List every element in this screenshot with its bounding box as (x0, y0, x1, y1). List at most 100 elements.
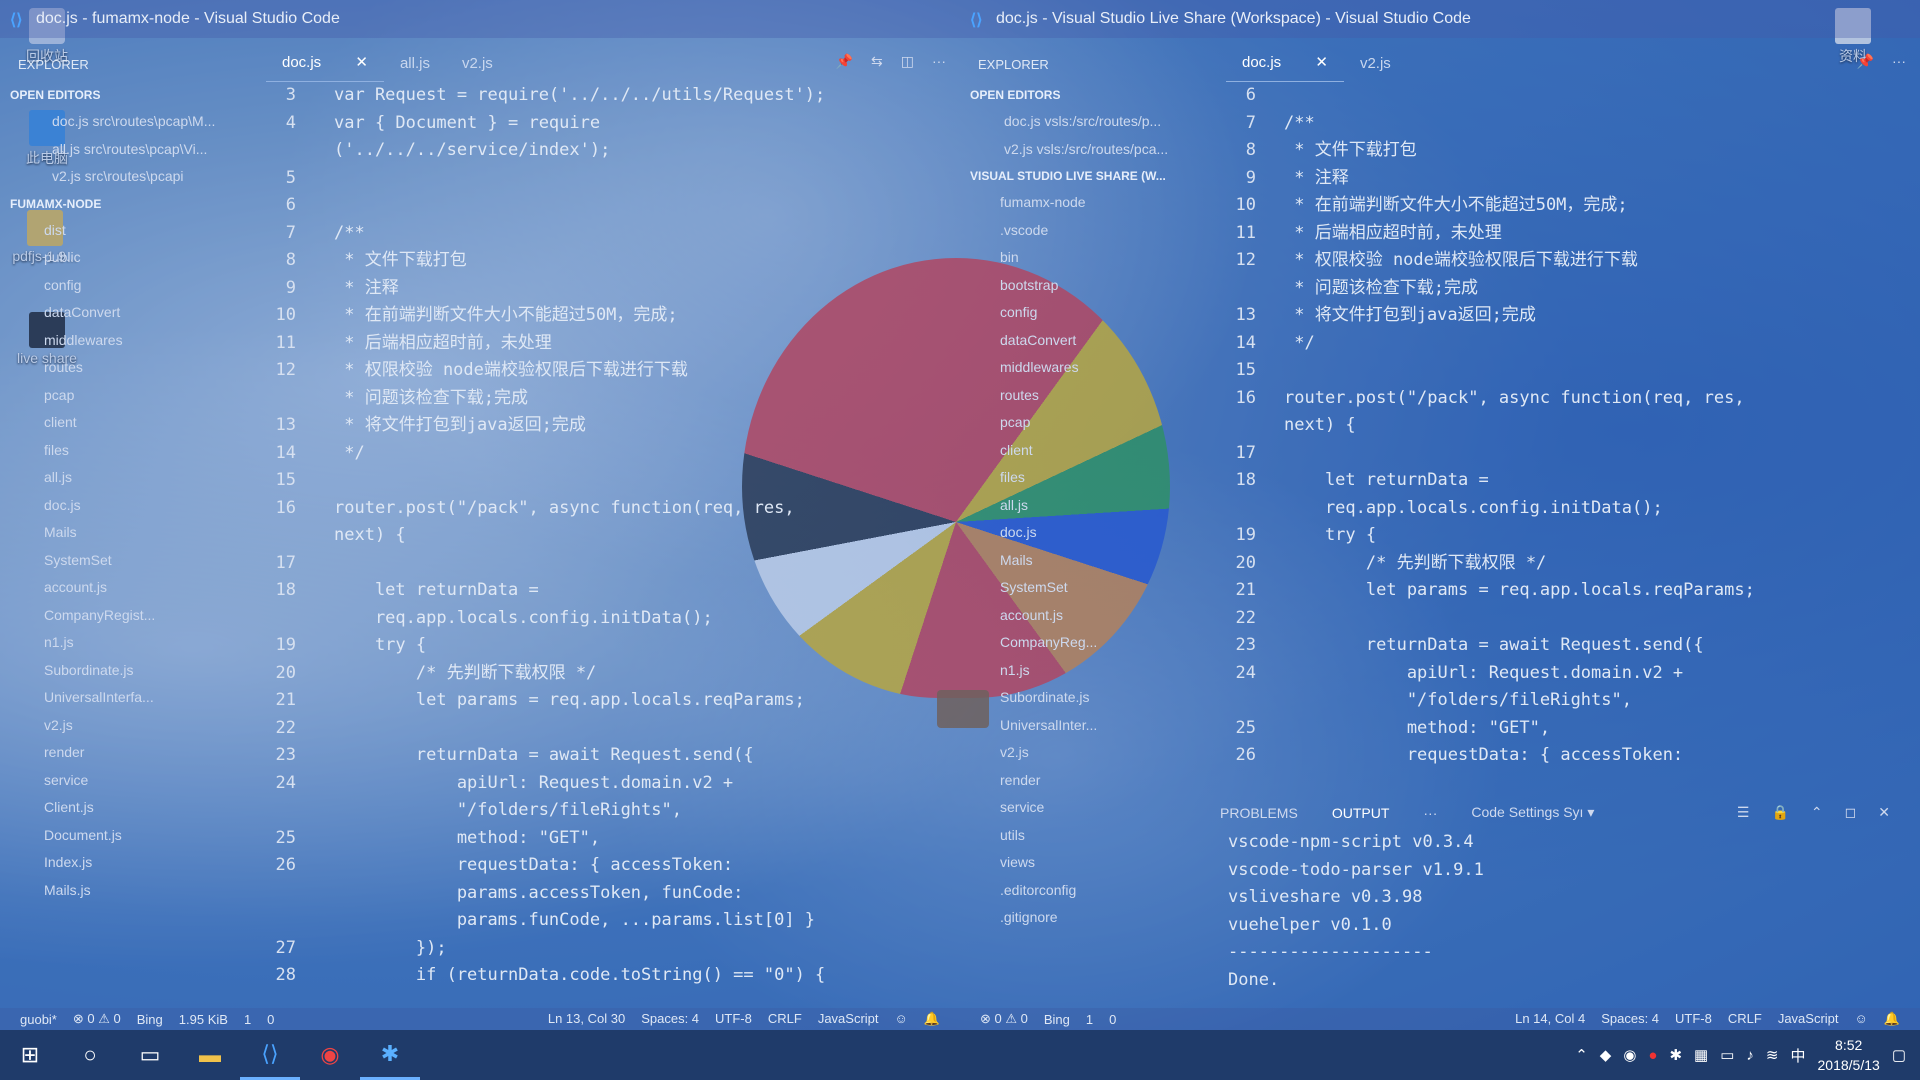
tree-item[interactable]: pcap (0, 382, 246, 410)
tree-item[interactable]: client (0, 409, 246, 437)
indentation[interactable]: Spaces: 4 (641, 1011, 699, 1027)
more-actions-icon[interactable]: ··· (1423, 805, 1437, 821)
tree-item[interactable]: account.js (0, 574, 246, 602)
more-actions-icon[interactable]: ··· (1892, 53, 1906, 70)
maximize-icon[interactable]: ◻ (1845, 804, 1857, 821)
code-editor[interactable]: 6 7 8 9 10 11 12 13 14 15 16 17 18 19 20 21 22 23 24 25 26 /… (1206, 82, 1920, 790)
tab-v2-js[interactable]: v2.js (446, 45, 509, 82)
tree-item[interactable]: routes (0, 354, 246, 382)
tree-item[interactable]: all.js (0, 464, 246, 492)
tree-item[interactable]: .gitignore (960, 904, 1206, 932)
open-editor-item[interactable]: v2.js src\routes\pcapi (0, 163, 246, 191)
pin-icon[interactable]: 📌 (836, 53, 853, 70)
tree-item[interactable]: Document.js (0, 822, 246, 850)
bell-icon[interactable]: 🔔 (1884, 1011, 1900, 1027)
tree-item[interactable]: CompanyReg... (960, 629, 1206, 657)
tree-item[interactable]: Subordinate.js (960, 684, 1206, 712)
language-mode[interactable]: JavaScript (818, 1011, 879, 1027)
task-view-icon[interactable]: ▭ (120, 1030, 180, 1080)
tree-item[interactable]: dist (0, 217, 246, 245)
open-editor-item[interactable]: doc.js vsls:/src/routes/p... (960, 108, 1206, 136)
line-ending[interactable]: CRLF (1728, 1011, 1762, 1027)
open-changes-icon[interactable]: ⇆ (871, 53, 883, 70)
tree-item[interactable]: v2.js (0, 712, 246, 740)
output-channel-select[interactable]: Code Settings Syı ▾ (1471, 804, 1594, 821)
smiley-icon[interactable]: ☺ (1855, 1011, 1868, 1027)
notification-icon[interactable]: ▢ (1892, 1046, 1906, 1064)
code-content[interactable]: /** * 文件下载打包 * 注释 * 在前端判断文件大小不能超过50M，完成;… (1284, 82, 1755, 770)
bing-status[interactable]: Bing (1044, 1012, 1070, 1027)
tree-item[interactable]: account.js (960, 602, 1206, 630)
encoding[interactable]: UTF-8 (1675, 1011, 1712, 1027)
open-editor-item[interactable]: v2.js vsls:/src/routes/pca... (960, 136, 1206, 164)
tray-app-icon[interactable]: ▦ (1694, 1046, 1708, 1064)
tree-item[interactable]: pcap (960, 409, 1206, 437)
tree-item[interactable]: Subordinate.js (0, 657, 246, 685)
tree-item[interactable]: dataConvert (960, 327, 1206, 355)
tree-item[interactable]: middlewares (960, 354, 1206, 382)
tree-item[interactable]: Mails (960, 547, 1206, 575)
battery-icon[interactable]: ▭ (1720, 1046, 1734, 1064)
tree-item[interactable]: UniversalInterfa... (0, 684, 246, 712)
tree-item[interactable]: config (960, 299, 1206, 327)
close-icon[interactable]: ✕ (1315, 54, 1328, 71)
tree-item[interactable]: files (0, 437, 246, 465)
tree-item[interactable]: doc.js (960, 519, 1206, 547)
search-icon[interactable]: ○ (60, 1030, 120, 1080)
clock[interactable]: 8:52 2018/5/13 (1818, 1035, 1880, 1075)
tree-item[interactable]: SystemSet (0, 547, 246, 575)
tree-item[interactable]: n1.js (0, 629, 246, 657)
language-mode[interactable]: JavaScript (1778, 1011, 1839, 1027)
app-taskbar-icon[interactable]: ✱ (360, 1030, 420, 1080)
cursor-position[interactable]: Ln 13, Col 30 (548, 1011, 625, 1027)
tree-item[interactable]: all.js (960, 492, 1206, 520)
split-editor-icon[interactable]: ◫ (901, 53, 914, 70)
open-editor-item[interactable]: all.js src\routes\pcap\Vi... (0, 136, 246, 164)
tree-item[interactable]: CompanyRegist... (0, 602, 246, 630)
code-content[interactable]: var Request = require('../../../utils/Re… (334, 82, 825, 990)
tree-item[interactable]: views (960, 849, 1206, 877)
record-icon[interactable]: ● (1648, 1047, 1657, 1064)
tree-item[interactable]: config (0, 272, 246, 300)
tray-app-icon[interactable]: ◆ (1600, 1046, 1612, 1064)
tree-item[interactable]: render (960, 767, 1206, 795)
line-ending[interactable]: CRLF (768, 1011, 802, 1027)
workspace-root-header[interactable]: FUMAMX-NODE (0, 191, 246, 217)
workspace-root-header[interactable]: VISUAL STUDIO LIVE SHARE (W... (960, 163, 1206, 189)
close-icon[interactable]: ✕ (1878, 804, 1890, 821)
tree-item[interactable]: service (960, 794, 1206, 822)
tab-doc-js[interactable]: doc.js ✕ (1226, 43, 1344, 82)
open-editors-header[interactable]: OPEN EDITORS (0, 82, 246, 108)
indentation[interactable]: Spaces: 4 (1601, 1011, 1659, 1027)
tree-item[interactable]: Mails (0, 519, 246, 547)
tree-item[interactable]: bootstrap (960, 272, 1206, 300)
tree-item[interactable]: v2.js (960, 739, 1206, 767)
tree-item[interactable]: .vscode (960, 217, 1206, 245)
chrome-icon[interactable]: ◉ (300, 1030, 360, 1080)
bing-status[interactable]: Bing (137, 1012, 163, 1027)
tree-item[interactable]: n1.js (960, 657, 1206, 685)
tree-item[interactable]: files (960, 464, 1206, 492)
close-icon[interactable]: ✕ (355, 54, 368, 71)
tree-item[interactable]: routes (960, 382, 1206, 410)
tree-item[interactable]: client (960, 437, 1206, 465)
ime-indicator[interactable]: 中 (1791, 1045, 1806, 1066)
volume-icon[interactable]: ♪ (1746, 1047, 1754, 1064)
lock-icon[interactable]: 🔒 (1771, 804, 1788, 821)
tree-item[interactable]: dataConvert (0, 299, 246, 327)
clear-output-icon[interactable]: ☰ (1737, 804, 1750, 821)
tab-doc-js[interactable]: doc.js ✕ (266, 43, 384, 82)
tree-item[interactable]: Client.js (0, 794, 246, 822)
tree-item[interactable]: SystemSet (960, 574, 1206, 602)
smiley-icon[interactable]: ☺ (895, 1011, 908, 1027)
tree-item[interactable]: utils (960, 822, 1206, 850)
tree-item[interactable]: fumamx-node (960, 189, 1206, 217)
branch-indicator[interactable]: guobi* (20, 1012, 57, 1027)
chevron-up-icon[interactable]: ⌃ (1811, 804, 1823, 821)
tree-item[interactable]: bin (960, 244, 1206, 272)
file-explorer-icon[interactable]: ▬ (180, 1030, 240, 1080)
tree-item[interactable]: .editorconfig (960, 877, 1206, 905)
tab-all-js[interactable]: all.js (384, 45, 446, 82)
wifi-icon[interactable]: ≋ (1766, 1046, 1779, 1064)
code-editor[interactable]: 3 4 5 6 7 8 9 10 11 12 13 14 15 16 17 18 19 20 21 22 23 24 25 2… (246, 82, 960, 1008)
